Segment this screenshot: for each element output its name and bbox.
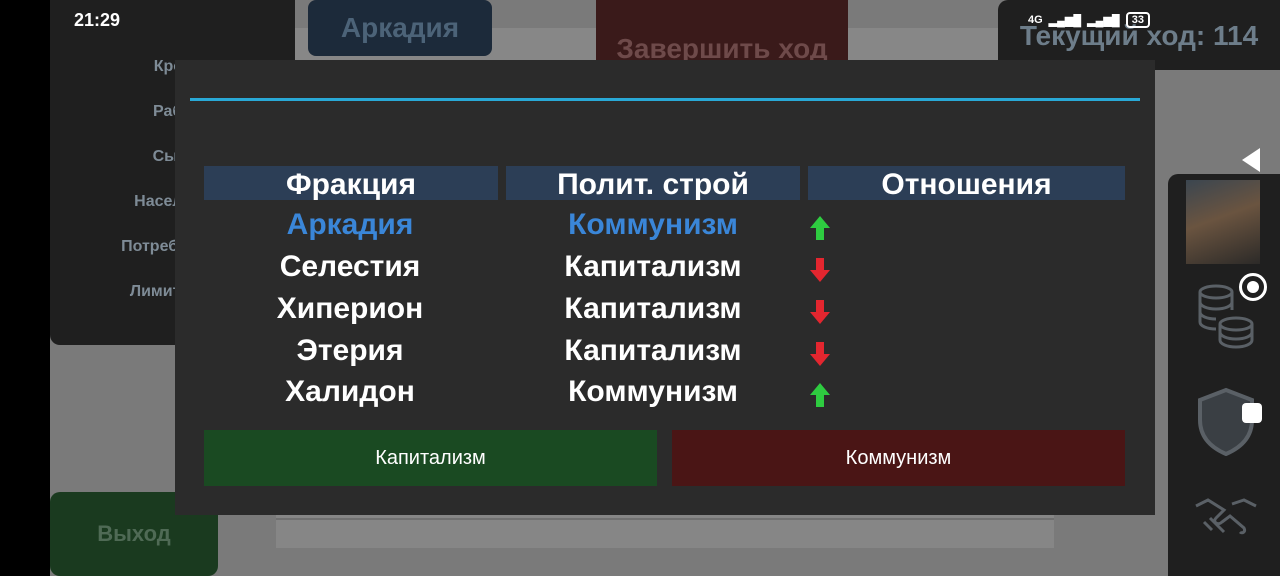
faction-row[interactable]: Аркадия Коммунизм [0, 204, 1280, 246]
signal-bars-icon: ▂▄▆█ [1048, 14, 1082, 27]
status-time: 21:29 [74, 10, 121, 30]
signal-icon: 4G [1028, 14, 1043, 26]
faction-name: Селестия [279, 250, 421, 283]
handshake-icon[interactable] [1186, 490, 1266, 555]
header-relations: Отношения [808, 166, 1125, 201]
faction-regime: Капитализм [564, 334, 742, 367]
faction-name: Аркадия [286, 208, 414, 241]
relation-up-arrow-icon [810, 216, 830, 240]
faction-name: Этерия [296, 334, 404, 367]
realm-button[interactable]: Аркадия [308, 0, 492, 56]
faction-row[interactable]: Халидон Коммунизм [0, 371, 1280, 413]
faction-regime: Коммунизм [568, 375, 738, 408]
faction-name: Хиперион [276, 292, 424, 325]
battery-icon: 33 [1125, 12, 1150, 28]
faction-row[interactable]: Хиперион Капитализм [0, 288, 1280, 330]
relation-up-arrow-icon [810, 383, 830, 407]
relation-down-arrow-icon [810, 300, 830, 324]
communism-button[interactable]: Коммунизм [672, 430, 1125, 486]
relation-down-arrow-icon [810, 342, 830, 366]
faction-row[interactable]: Этерия Капитализм [0, 330, 1280, 372]
faction-regime: Коммунизм [568, 208, 738, 241]
faction-regime: Капитализм [564, 250, 742, 283]
faction-row[interactable]: Селестия Капитализм [0, 246, 1280, 288]
header-regime: Полит. строй [506, 166, 800, 201]
header-faction: Фракция [204, 166, 498, 201]
dialog-divider [190, 98, 1140, 101]
relation-down-arrow-icon [810, 258, 830, 282]
back-icon[interactable] [1242, 148, 1260, 172]
status-icons: 4G ▂▄▆█ ▂▄▆█ 33 [1028, 12, 1150, 28]
faction-name: Халидон [285, 375, 415, 408]
faction-regime: Капитализм [564, 292, 742, 325]
capitalism-button[interactable]: Капитализм [204, 430, 657, 486]
signal-bars-icon-2: ▂▄▆█ [1087, 14, 1120, 27]
